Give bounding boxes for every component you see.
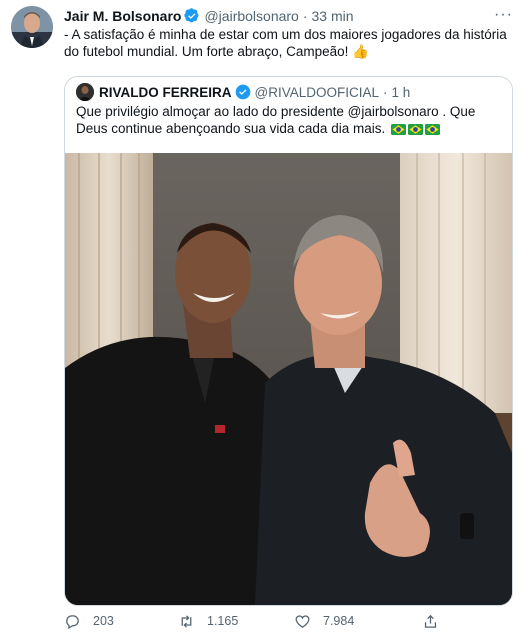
- author-avatar[interactable]: [11, 6, 53, 48]
- share-button[interactable]: [422, 613, 451, 630]
- verified-badge-icon: [184, 8, 199, 23]
- brazil-flag-icon: [389, 121, 440, 136]
- reply-icon: [66, 614, 79, 629]
- tweet-actions: 203 1.165 7.984: [64, 610, 511, 632]
- quoted-author-avatar: [76, 83, 94, 101]
- tweet-header: Jair M. Bolsonaro @jairbolsonaro · 33 mi…: [64, 6, 513, 26]
- like-button[interactable]: 7.984: [294, 613, 422, 630]
- quoted-author-name: RIVALDO FERREIRA: [99, 84, 232, 100]
- heart-icon: [295, 614, 310, 628]
- retweet-count: 1.165: [207, 614, 239, 628]
- retweet-button[interactable]: 1.165: [178, 613, 294, 630]
- quoted-tweet-timestamp: 1 h: [391, 84, 411, 100]
- author-name[interactable]: Jair M. Bolsonaro: [64, 8, 181, 24]
- share-icon: [424, 614, 437, 628]
- reply-button[interactable]: 203: [64, 613, 178, 630]
- quoted-tweet-text: Que privilégio almoçar ao lado do presid…: [76, 103, 501, 137]
- retweet-icon: [181, 614, 192, 628]
- quoted-author-handle: @RIVALDOOFICIAL: [254, 84, 379, 100]
- quoted-tweet-header: RIVALDO FERREIRA @RIVALDOOFICIAL · 1 h: [76, 83, 502, 101]
- separator-dot: ·: [383, 84, 388, 100]
- more-icon[interactable]: ···: [494, 6, 513, 24]
- quoted-tweet[interactable]: RIVALDO FERREIRA @RIVALDOOFICIAL · 1 h Q…: [64, 76, 513, 606]
- verified-badge-icon: [235, 84, 250, 100]
- quoted-tweet-photo[interactable]: [65, 153, 512, 605]
- tweet-text: - A satisfação é minha de estar com um d…: [64, 27, 507, 59]
- tweet-timestamp[interactable]: 33 min: [312, 8, 354, 24]
- like-count: 7.984: [323, 614, 355, 628]
- author-handle[interactable]: @jairbolsonaro: [204, 8, 298, 24]
- separator-dot: ·: [302, 8, 308, 24]
- reply-count: 203: [93, 614, 114, 628]
